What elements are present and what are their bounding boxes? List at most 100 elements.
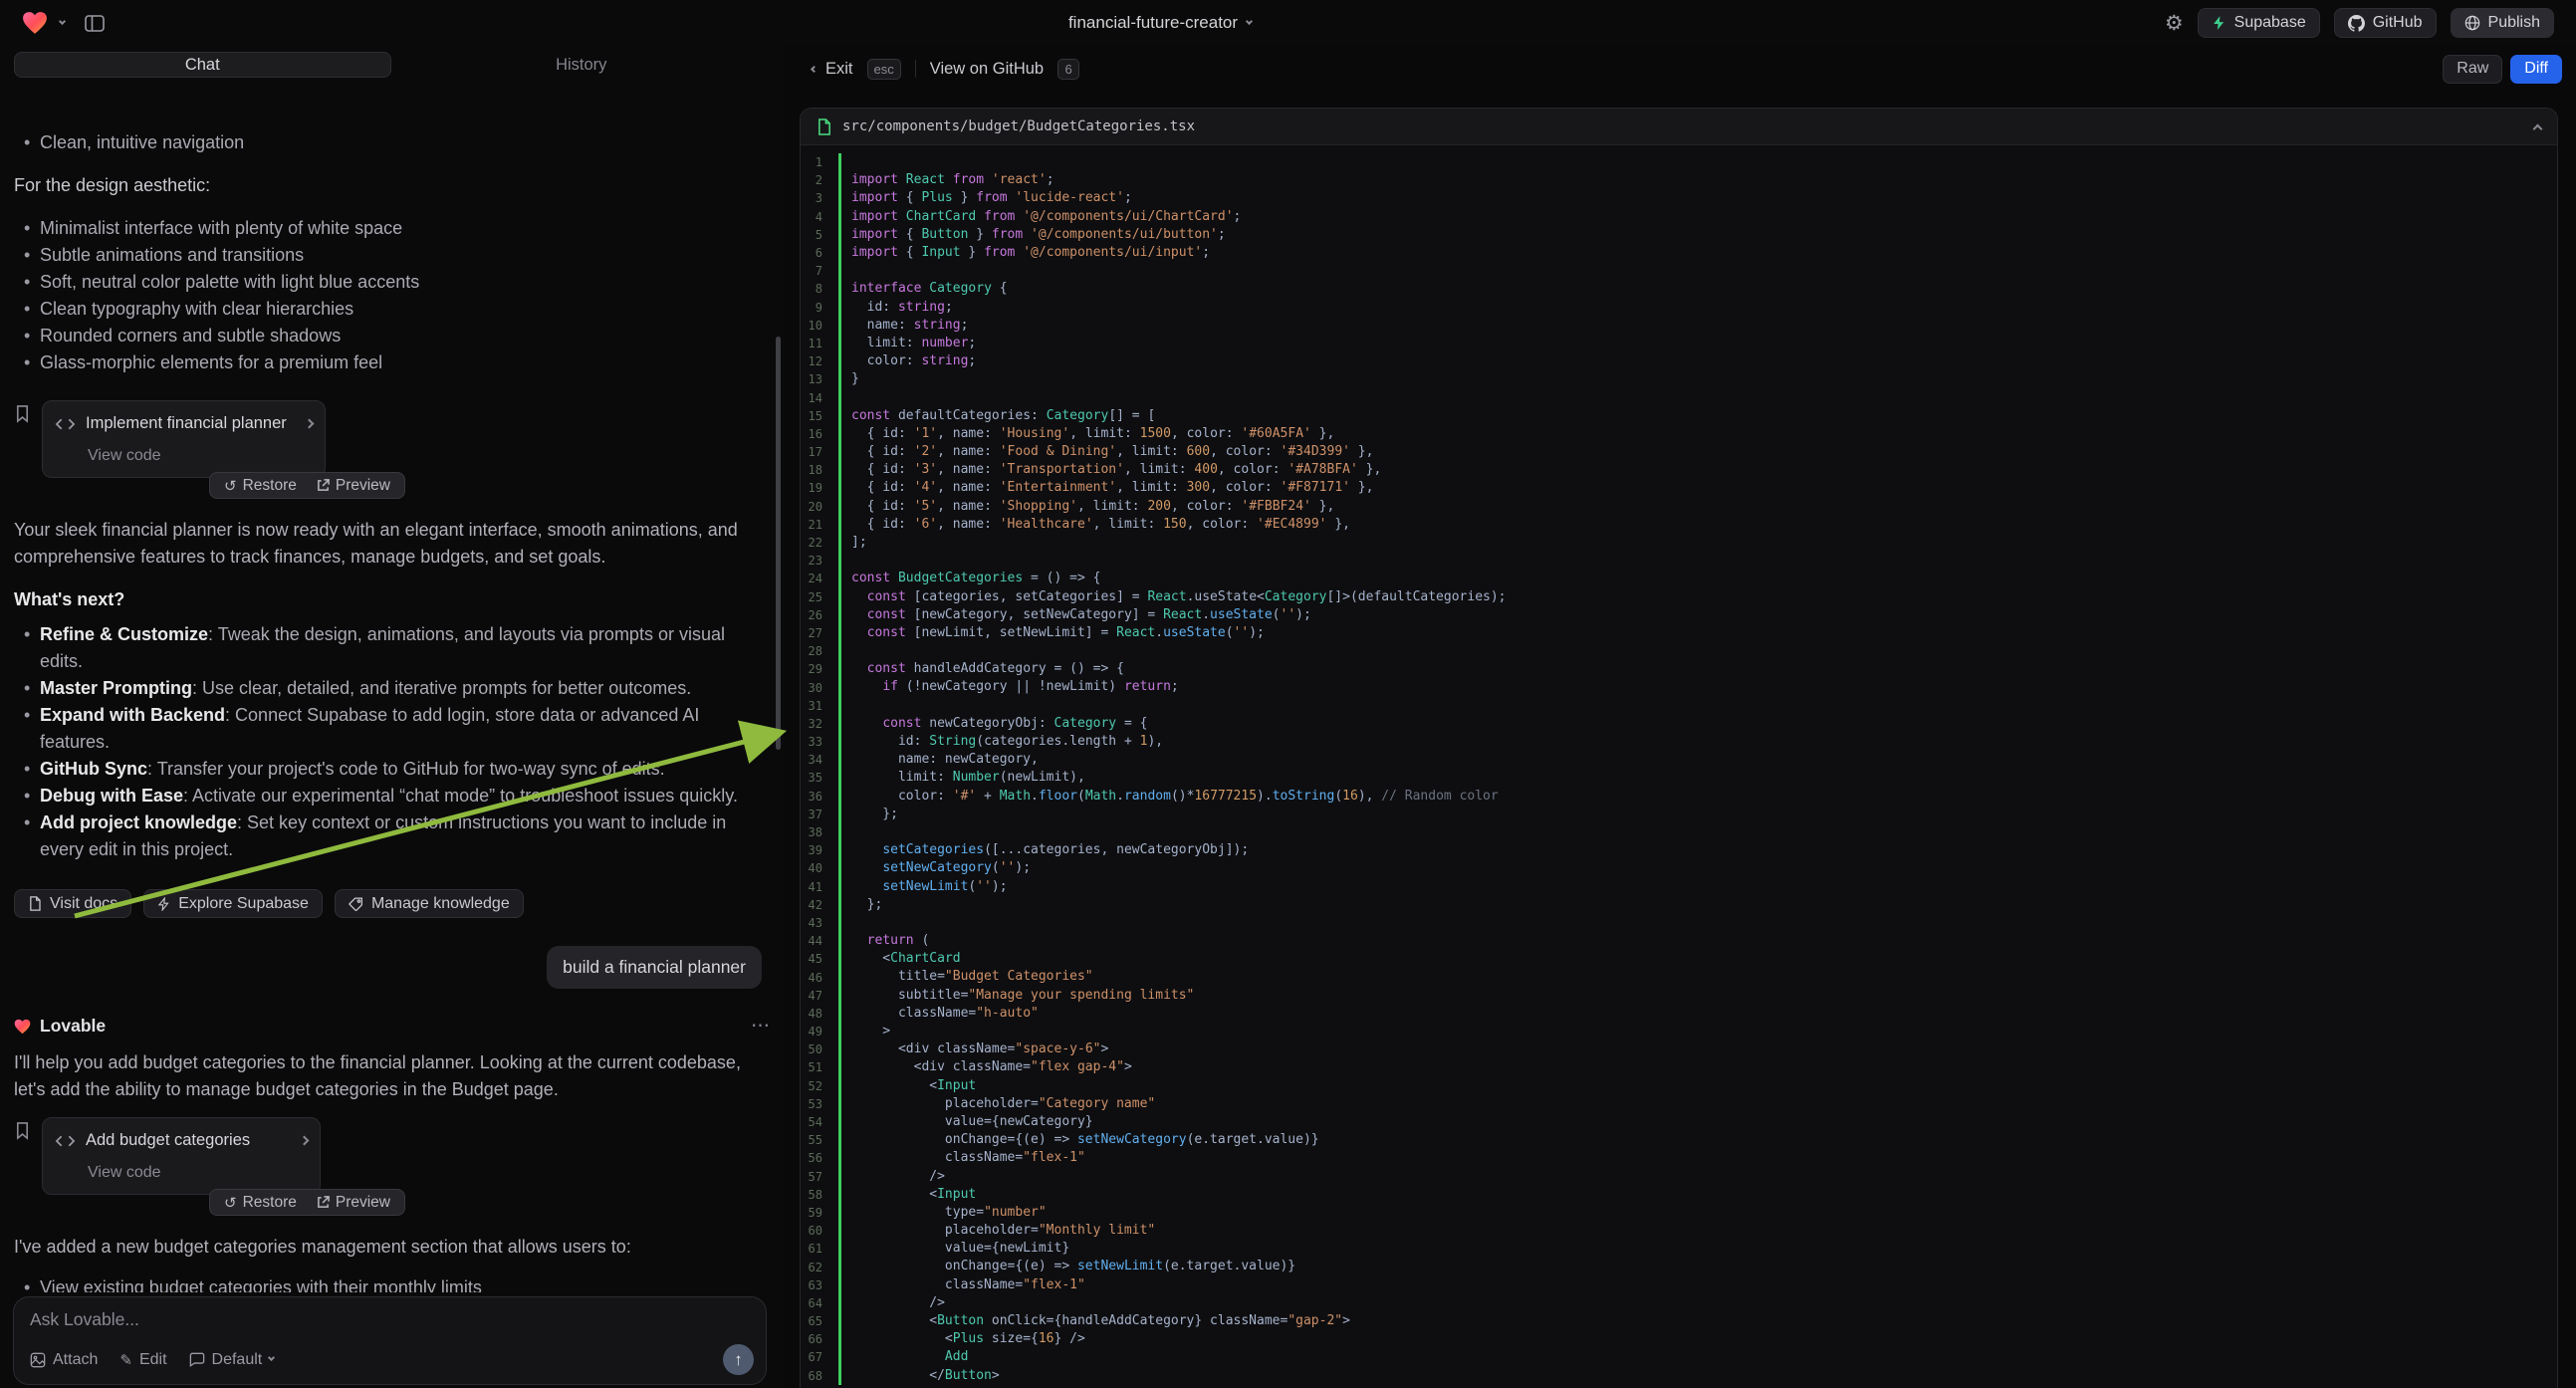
topbar-left xyxy=(22,11,105,35)
code-line: 67 Add xyxy=(801,1348,2557,1366)
chevron-right-icon xyxy=(305,419,315,429)
view-code-link[interactable]: View code xyxy=(55,442,313,469)
restore-preview-bar: Restore Preview xyxy=(209,1189,405,1216)
chat-message-list: Clean, intuitive navigation For the desi… xyxy=(14,125,770,1292)
github-label: GitHub xyxy=(2373,14,2423,32)
code-brackets-icon xyxy=(55,1135,76,1147)
restore-label: Restore xyxy=(243,477,297,495)
file-header[interactable]: src/components/budget/BudgetCategories.t… xyxy=(801,109,2557,145)
code-line: 63 className="flex-1" xyxy=(801,1276,2557,1294)
supabase-button[interactable]: Supabase xyxy=(2198,8,2320,38)
list-item: Expand with Backend: Connect Supabase to… xyxy=(14,702,770,756)
restore-label: Restore xyxy=(243,1194,297,1212)
bookmark-icon[interactable] xyxy=(14,1121,31,1140)
code-line: 42 }; xyxy=(801,896,2557,914)
added-paragraph: I've added a new budget categories manag… xyxy=(14,1234,770,1261)
code-line: 66 <Plus size={16} /> xyxy=(801,1330,2557,1348)
edit-button[interactable]: Edit xyxy=(119,1351,166,1369)
code-line: 15const defaultCategories: Category[] = … xyxy=(801,407,2557,425)
code-line: 45 <ChartCard xyxy=(801,950,2557,968)
image-icon xyxy=(30,1352,46,1368)
mode-selector[interactable]: Default xyxy=(189,1351,275,1369)
manage-knowledge-button[interactable]: Manage knowledge xyxy=(335,889,524,918)
code-line: 68 </Button> xyxy=(801,1367,2557,1385)
more-menu-icon[interactable] xyxy=(751,1013,770,1040)
chat-panel: Chat History Clean, intuitive navigation… xyxy=(0,46,784,1388)
list-item: Minimalist interface with plenty of whit… xyxy=(14,215,770,242)
tag-icon xyxy=(349,897,363,911)
card-title: Implement financial planner xyxy=(86,410,287,437)
chat-scrollbar-thumb[interactable] xyxy=(776,337,781,750)
code-line: 30 if (!newCategory || !newLimit) return… xyxy=(801,678,2557,696)
supabase-label: Supabase xyxy=(2234,14,2306,32)
code-line: 64 /> xyxy=(801,1294,2557,1312)
project-selector[interactable]: financial-future-creator xyxy=(1068,13,1252,33)
chat-bubble-icon xyxy=(189,1352,205,1367)
code-line: 27 const [newLimit, setNewLimit] = React… xyxy=(801,624,2557,642)
chat-input[interactable] xyxy=(30,1309,750,1343)
code-line: 5import { Button } from '@/components/ui… xyxy=(801,226,2557,244)
diff-button[interactable]: Diff xyxy=(2510,55,2562,84)
list-item: View existing budget categories with the… xyxy=(14,1274,770,1292)
code-line: 54 value={newCategory} xyxy=(801,1113,2557,1131)
list-item: Soft, neutral color palette with light b… xyxy=(14,269,770,296)
code-line: 61 value={newLimit} xyxy=(801,1240,2557,1258)
publish-button[interactable]: Publish xyxy=(2451,8,2554,38)
code-line: 58 <Input xyxy=(801,1186,2557,1204)
edit-label: Edit xyxy=(139,1351,167,1369)
code-line: 2import React from 'react'; xyxy=(801,171,2557,189)
sidebar-toggle-icon[interactable] xyxy=(85,15,105,32)
logo-chevron-down-icon[interactable] xyxy=(59,17,66,24)
settings-gear-icon[interactable] xyxy=(2165,11,2184,36)
preview-button[interactable]: Preview xyxy=(307,1194,400,1212)
code-line: 34 name: newCategory, xyxy=(801,751,2557,769)
preview-button[interactable]: Preview xyxy=(307,477,400,495)
code-line: 6import { Input } from '@/components/ui/… xyxy=(801,244,2557,262)
code-line: 31 xyxy=(801,697,2557,715)
bookmark-icon[interactable] xyxy=(14,404,31,423)
code-line: 35 limit: Number(newLimit), xyxy=(801,769,2557,787)
docs-icon xyxy=(28,896,42,911)
tab-history[interactable]: History xyxy=(393,52,771,78)
send-button[interactable] xyxy=(723,1344,754,1375)
code-card-budget-categories[interactable]: Add budget categories View code xyxy=(42,1117,321,1195)
restore-preview-bar: Restore Preview xyxy=(209,472,405,499)
supabase-bolt-icon xyxy=(2212,15,2226,31)
file-path: src/components/budget/BudgetCategories.t… xyxy=(842,118,1195,134)
code-card-financial-planner[interactable]: Implement financial planner View code xyxy=(42,400,326,478)
preview-label: Preview xyxy=(336,1194,390,1212)
code-line: 49 > xyxy=(801,1023,2557,1041)
code-panel-header: Exit esc View on GitHub 6 Raw Diff xyxy=(784,46,2576,92)
restore-button[interactable]: Restore xyxy=(214,477,307,495)
code-line: 11 limit: number; xyxy=(801,335,2557,352)
view-code-link[interactable]: View code xyxy=(55,1159,308,1186)
code-line: 4import ChartCard from '@/components/ui/… xyxy=(801,208,2557,226)
restore-button[interactable]: Restore xyxy=(214,1194,307,1212)
github-button[interactable]: GitHub xyxy=(2334,8,2437,38)
code-line: 41 setNewLimit(''); xyxy=(801,878,2557,896)
visit-docs-button[interactable]: Visit docs xyxy=(14,889,131,918)
raw-button[interactable]: Raw xyxy=(2443,55,2502,84)
code-line: 1 xyxy=(801,153,2557,171)
collapse-chevron-up-icon[interactable] xyxy=(2533,123,2543,133)
explore-supabase-button[interactable]: Explore Supabase xyxy=(143,889,323,918)
chat-tabs: Chat History xyxy=(14,52,770,78)
lovable-logo-heart-icon[interactable] xyxy=(22,11,48,35)
github-key-hint: 6 xyxy=(1057,59,1079,80)
code-line: 29 const handleAddCategory = () => { xyxy=(801,660,2557,678)
code-line: 7 xyxy=(801,262,2557,280)
code-line: 8interface Category { xyxy=(801,280,2557,298)
assistant-paragraph: I'll help you add budget categories to t… xyxy=(14,1049,770,1103)
tab-chat[interactable]: Chat xyxy=(14,52,391,78)
code-line: 33 id: String(categories.length + 1), xyxy=(801,733,2557,751)
topbar: financial-future-creator Supabase GitHub xyxy=(0,0,2576,46)
code-brackets-icon xyxy=(55,418,76,430)
code-line: 51 <div className="flex gap-4"> xyxy=(801,1058,2557,1076)
card-row-financial-planner: Implement financial planner View code Re… xyxy=(14,400,770,499)
view-on-github-button[interactable]: View on GitHub xyxy=(930,60,1044,79)
github-mark-icon xyxy=(2348,15,2365,32)
attach-button[interactable]: Attach xyxy=(30,1351,98,1369)
code-line: 47 subtitle="Manage your spending limits… xyxy=(801,987,2557,1005)
exit-button[interactable]: Exit xyxy=(812,60,853,79)
code-line: 9 id: string; xyxy=(801,299,2557,317)
